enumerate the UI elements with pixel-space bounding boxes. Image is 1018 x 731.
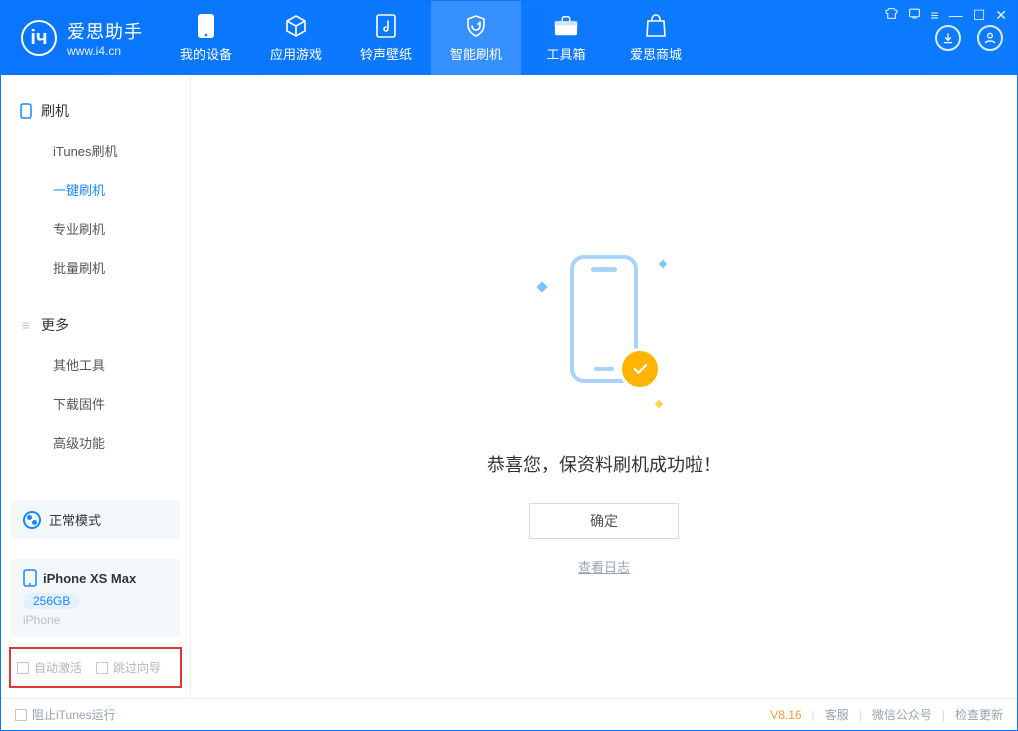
mode-icon	[23, 511, 41, 529]
device-capacity: 256GB	[23, 593, 80, 609]
sparkle-icon	[536, 281, 547, 292]
tab-label: 我的设备	[180, 44, 232, 63]
tab-label: 应用游戏	[270, 44, 322, 63]
version-label: V8.16	[770, 708, 801, 722]
minimize-button[interactable]: —	[949, 7, 963, 24]
bag-icon	[644, 14, 668, 38]
device-info-box[interactable]: iPhone XS Max 256GB iPhone	[11, 559, 180, 637]
tab-apps-games[interactable]: 应用游戏	[251, 1, 341, 75]
check-update-link[interactable]: 检查更新	[955, 706, 1003, 723]
skin-icon[interactable]	[885, 7, 898, 24]
app-name: 爱思助手	[67, 18, 143, 44]
success-message: 恭喜您，保资料刷机成功啦！	[487, 451, 721, 477]
cube-icon	[284, 14, 308, 38]
view-log-link[interactable]: 查看日志	[578, 557, 630, 576]
checkbox-label: 阻止iTunes运行	[32, 706, 116, 723]
user-icon[interactable]	[977, 25, 1003, 51]
device-name: iPhone XS Max	[43, 571, 136, 586]
sidebar-item-other-tools[interactable]: 其他工具	[1, 345, 190, 384]
wechat-link[interactable]: 微信公众号	[872, 706, 932, 723]
statusbar: 阻止iTunes运行 V8.16 | 客服 | 微信公众号 | 检查更新	[1, 698, 1017, 730]
app-url: www.i4.cn	[67, 44, 143, 58]
sidebar: 刷机 iTunes刷机 一键刷机 专业刷机 批量刷机 ≡ 更多 其他工具 下载固…	[1, 75, 191, 698]
nav-group-title: 更多	[41, 315, 69, 335]
tab-my-device[interactable]: 我的设备	[161, 1, 251, 75]
close-button[interactable]: ✕	[995, 7, 1007, 24]
checkmark-badge-icon	[622, 351, 658, 387]
tab-label: 智能刷机	[450, 44, 502, 63]
logo: iч 爱思助手 www.i4.cn	[1, 18, 161, 58]
main-tabs: 我的设备 应用游戏 铃声壁纸 智能刷机 工具箱 爱思商城	[161, 1, 701, 75]
device-type: iPhone	[23, 613, 168, 627]
checkbox-skip-guide[interactable]: 跳过向导	[96, 659, 161, 676]
tab-ringtones-wallpapers[interactable]: 铃声壁纸	[341, 1, 431, 75]
sidebar-item-advanced[interactable]: 高级功能	[1, 423, 190, 462]
checkbox-icon	[17, 662, 29, 674]
sidebar-item-one-click-flash[interactable]: 一键刷机	[1, 170, 190, 209]
nav-group-flash: 刷机	[1, 91, 190, 131]
sparkle-icon	[659, 260, 667, 268]
logo-icon: iч	[21, 20, 57, 56]
ok-button[interactable]: 确定	[529, 503, 679, 539]
download-icon[interactable]	[935, 25, 961, 51]
checkbox-block-itunes[interactable]: 阻止iTunes运行	[15, 706, 116, 723]
menu-icon[interactable]: ≡	[931, 7, 939, 24]
tab-label: 爱思商城	[630, 44, 682, 63]
maximize-button[interactable]: ☐	[973, 7, 986, 24]
list-icon: ≡	[19, 318, 33, 332]
sidebar-item-pro-flash[interactable]: 专业刷机	[1, 209, 190, 248]
nav-group-more: ≡ 更多	[1, 305, 190, 345]
checkbox-icon	[15, 709, 27, 721]
tab-store[interactable]: 爱思商城	[611, 1, 701, 75]
sidebar-item-download-firmware[interactable]: 下载固件	[1, 384, 190, 423]
checkbox-auto-activate[interactable]: 自动激活	[17, 659, 82, 676]
device-mode-label: 正常模式	[49, 510, 101, 529]
main-content: 恭喜您，保资料刷机成功啦！ 确定 查看日志	[191, 75, 1017, 698]
music-file-icon	[374, 14, 398, 38]
toolbox-icon	[554, 14, 578, 38]
phone-small-icon	[23, 569, 37, 587]
device-mode-box[interactable]: 正常模式	[11, 500, 180, 539]
checkbox-label: 自动激活	[34, 659, 82, 676]
phone-icon	[194, 14, 218, 38]
sidebar-item-batch-flash[interactable]: 批量刷机	[1, 248, 190, 287]
tab-label: 工具箱	[546, 44, 585, 63]
checkbox-label: 跳过向导	[113, 659, 161, 676]
tab-label: 铃声壁纸	[360, 44, 412, 63]
feedback-icon[interactable]	[908, 7, 921, 24]
sparkle-icon	[655, 400, 663, 408]
sidebar-item-itunes-flash[interactable]: iTunes刷机	[1, 131, 190, 170]
titlebar: ≡ — ☐ ✕ iч 爱思助手 www.i4.cn 我的设备 应用游戏 铃声壁纸	[1, 1, 1017, 75]
device-small-icon	[19, 104, 33, 118]
support-link[interactable]: 客服	[825, 706, 849, 723]
tab-smart-flash[interactable]: 智能刷机	[431, 1, 521, 75]
highlighted-options: 自动激活 跳过向导	[9, 647, 182, 688]
shield-refresh-icon	[464, 14, 488, 38]
checkbox-icon	[96, 662, 108, 674]
tab-toolbox[interactable]: 工具箱	[521, 1, 611, 75]
success-illustration	[544, 255, 664, 405]
window-controls: ≡ — ☐ ✕	[885, 7, 1007, 24]
nav-group-title: 刷机	[41, 101, 69, 121]
